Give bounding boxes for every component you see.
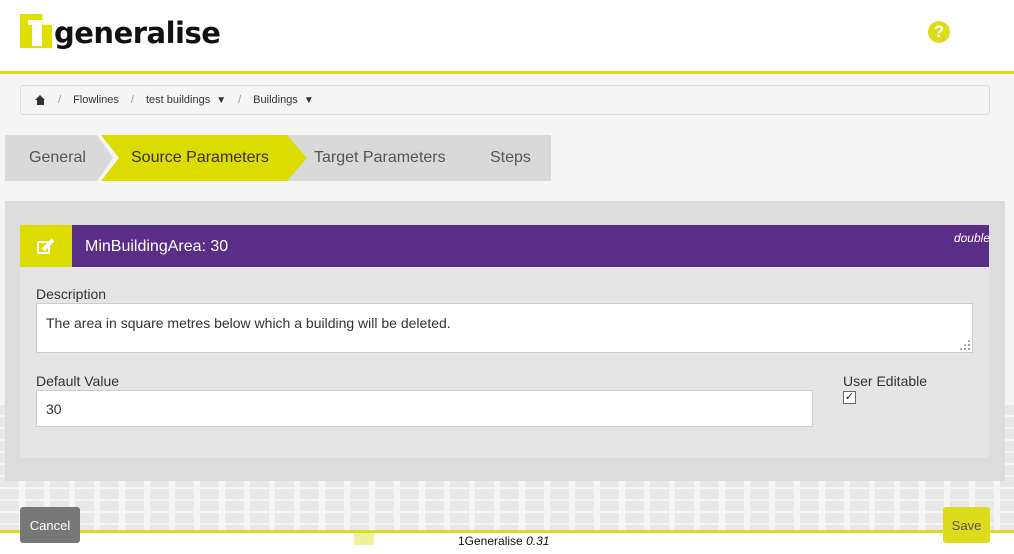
breadcrumb: / Flowlines / test buildings ▼ / Buildin… <box>20 85 990 115</box>
breadcrumb-separator: / <box>130 94 134 106</box>
breadcrumb-separator: / <box>238 94 242 106</box>
breadcrumb-label: Flowlines <box>73 94 119 106</box>
description-label: Description <box>36 286 107 302</box>
cancel-button[interactable]: Cancel <box>20 507 80 543</box>
app-version: 1Generalise 0.31 <box>458 534 549 548</box>
breadcrumb-test-buildings[interactable]: test buildings ▼ <box>146 94 226 106</box>
help-icon[interactable]: ? <box>928 21 950 43</box>
tab-label: Target Parameters <box>314 149 446 166</box>
parameter-type: double <box>953 231 990 245</box>
tab-source-parameters[interactable]: Source Parameters <box>101 135 307 181</box>
tab-target-parameters[interactable]: Target Parameters <box>286 135 480 181</box>
parameter-title: MinBuildingArea: 30 <box>85 238 229 255</box>
logo-mark-icon <box>20 14 52 48</box>
version-number: 0.31 <box>526 534 550 548</box>
header-divider <box>0 71 1014 74</box>
breadcrumb-home[interactable] <box>35 95 46 105</box>
caret-down-icon: ▼ <box>216 94 227 106</box>
tab-label: General <box>29 149 86 166</box>
home-icon <box>35 95 46 105</box>
default-value-field[interactable] <box>36 390 813 427</box>
description-field[interactable]: The area in square metres below which a … <box>36 303 973 353</box>
breadcrumb-label: test buildings <box>145 94 211 106</box>
check-icon: ✓ <box>844 391 855 403</box>
default-value-label: Default Value <box>36 373 120 389</box>
tab-general[interactable]: General <box>5 135 113 181</box>
logo-text: generalise <box>54 16 221 50</box>
breadcrumb-label: Buildings <box>253 94 298 106</box>
breadcrumb-buildings[interactable]: Buildings ▼ <box>253 94 314 106</box>
edit-icon <box>37 238 55 254</box>
caret-down-icon: ▼ <box>303 94 314 106</box>
app-name: 1Generalise <box>458 534 523 548</box>
breadcrumb-flowlines[interactable]: Flowlines <box>73 94 119 106</box>
user-editable-label: User Editable <box>843 373 928 389</box>
tab-label: Steps <box>490 149 531 166</box>
save-button[interactable]: Save <box>943 507 990 543</box>
logo[interactable]: generalise <box>20 12 221 50</box>
edit-button[interactable] <box>20 225 72 267</box>
user-editable-checkbox[interactable]: ✓ <box>843 391 856 404</box>
footer-accent <box>354 533 374 545</box>
tab-label: Source Parameters <box>131 149 269 166</box>
header: generalise ? <box>0 0 1014 71</box>
breadcrumb-separator: / <box>58 94 62 106</box>
